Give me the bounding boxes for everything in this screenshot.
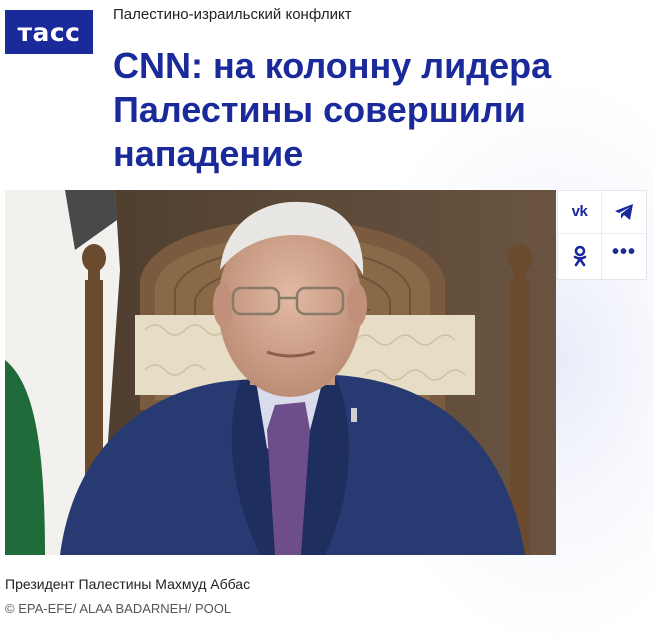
- article-photo: [5, 190, 556, 555]
- share-more-button[interactable]: •••: [602, 234, 646, 280]
- headline-line-3: нападение: [113, 133, 304, 174]
- vk-icon: vk: [571, 203, 588, 221]
- share-telegram-button[interactable]: [602, 191, 646, 234]
- photo-credit: © EPA-EFE/ ALAA BADARNEH/ POOL: [5, 601, 232, 616]
- odnoklassniki-icon: [573, 245, 586, 267]
- rubric-link[interactable]: Палестино-израильский конфликт: [113, 6, 352, 24]
- more-icon: •••: [611, 241, 636, 264]
- share-vk-button[interactable]: vk: [558, 191, 602, 234]
- photo-caption: Президент Палестины Махмуд Аббас: [5, 576, 251, 592]
- tass-logo[interactable]: тасс: [5, 10, 93, 54]
- headline-line-2: Палестины совершили: [113, 89, 526, 130]
- share-ok-button[interactable]: [558, 233, 602, 279]
- logo-text: тасс: [17, 17, 81, 47]
- article-headline: CNN: на колонну лидера Палестины соверши…: [113, 44, 633, 176]
- share-panel: vk •••: [557, 190, 647, 280]
- telegram-icon: [615, 203, 633, 220]
- headline-line-1: CNN: на колонну лидера: [113, 45, 552, 86]
